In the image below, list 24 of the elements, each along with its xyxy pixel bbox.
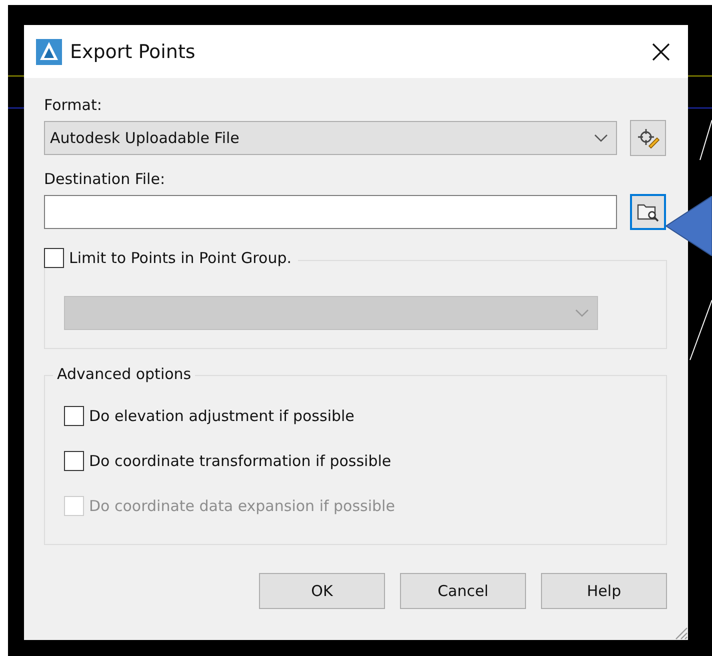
- format-settings-button[interactable]: [630, 120, 666, 156]
- option-checkbox[interactable]: [64, 406, 84, 426]
- window-title: Export Points: [70, 40, 196, 62]
- dialog-button[interactable]: OK: [259, 573, 385, 609]
- option-label: Do coordinate data expansion if possible: [89, 497, 395, 515]
- format-dropdown[interactable]: Autodesk Uploadable File: [44, 121, 617, 155]
- dialog-button[interactable]: Cancel: [400, 573, 526, 609]
- format-label: Format:: [44, 96, 103, 114]
- callout-arrow: [666, 196, 712, 256]
- option-label: Do elevation adjustment if possible: [89, 407, 354, 425]
- option-checkbox[interactable]: [64, 451, 84, 471]
- destination-file-label: Destination File:: [44, 170, 166, 188]
- chevron-down-icon: [575, 309, 589, 317]
- destination-file-field[interactable]: [44, 195, 617, 229]
- dialog-button[interactable]: Help: [541, 573, 667, 609]
- advanced-options-title: Advanced options: [53, 365, 196, 383]
- app-logo-icon: [36, 38, 62, 64]
- option-label: Do coordinate transformation if possible: [89, 452, 392, 470]
- point-group-label: Limit to Points in Point Group.: [69, 249, 292, 267]
- point-group-checkbox[interactable]: [44, 248, 64, 268]
- browse-button[interactable]: [630, 194, 666, 230]
- folder-search-icon: [637, 202, 659, 222]
- target-pencil-icon: [636, 126, 660, 150]
- chevron-down-icon: [594, 134, 608, 142]
